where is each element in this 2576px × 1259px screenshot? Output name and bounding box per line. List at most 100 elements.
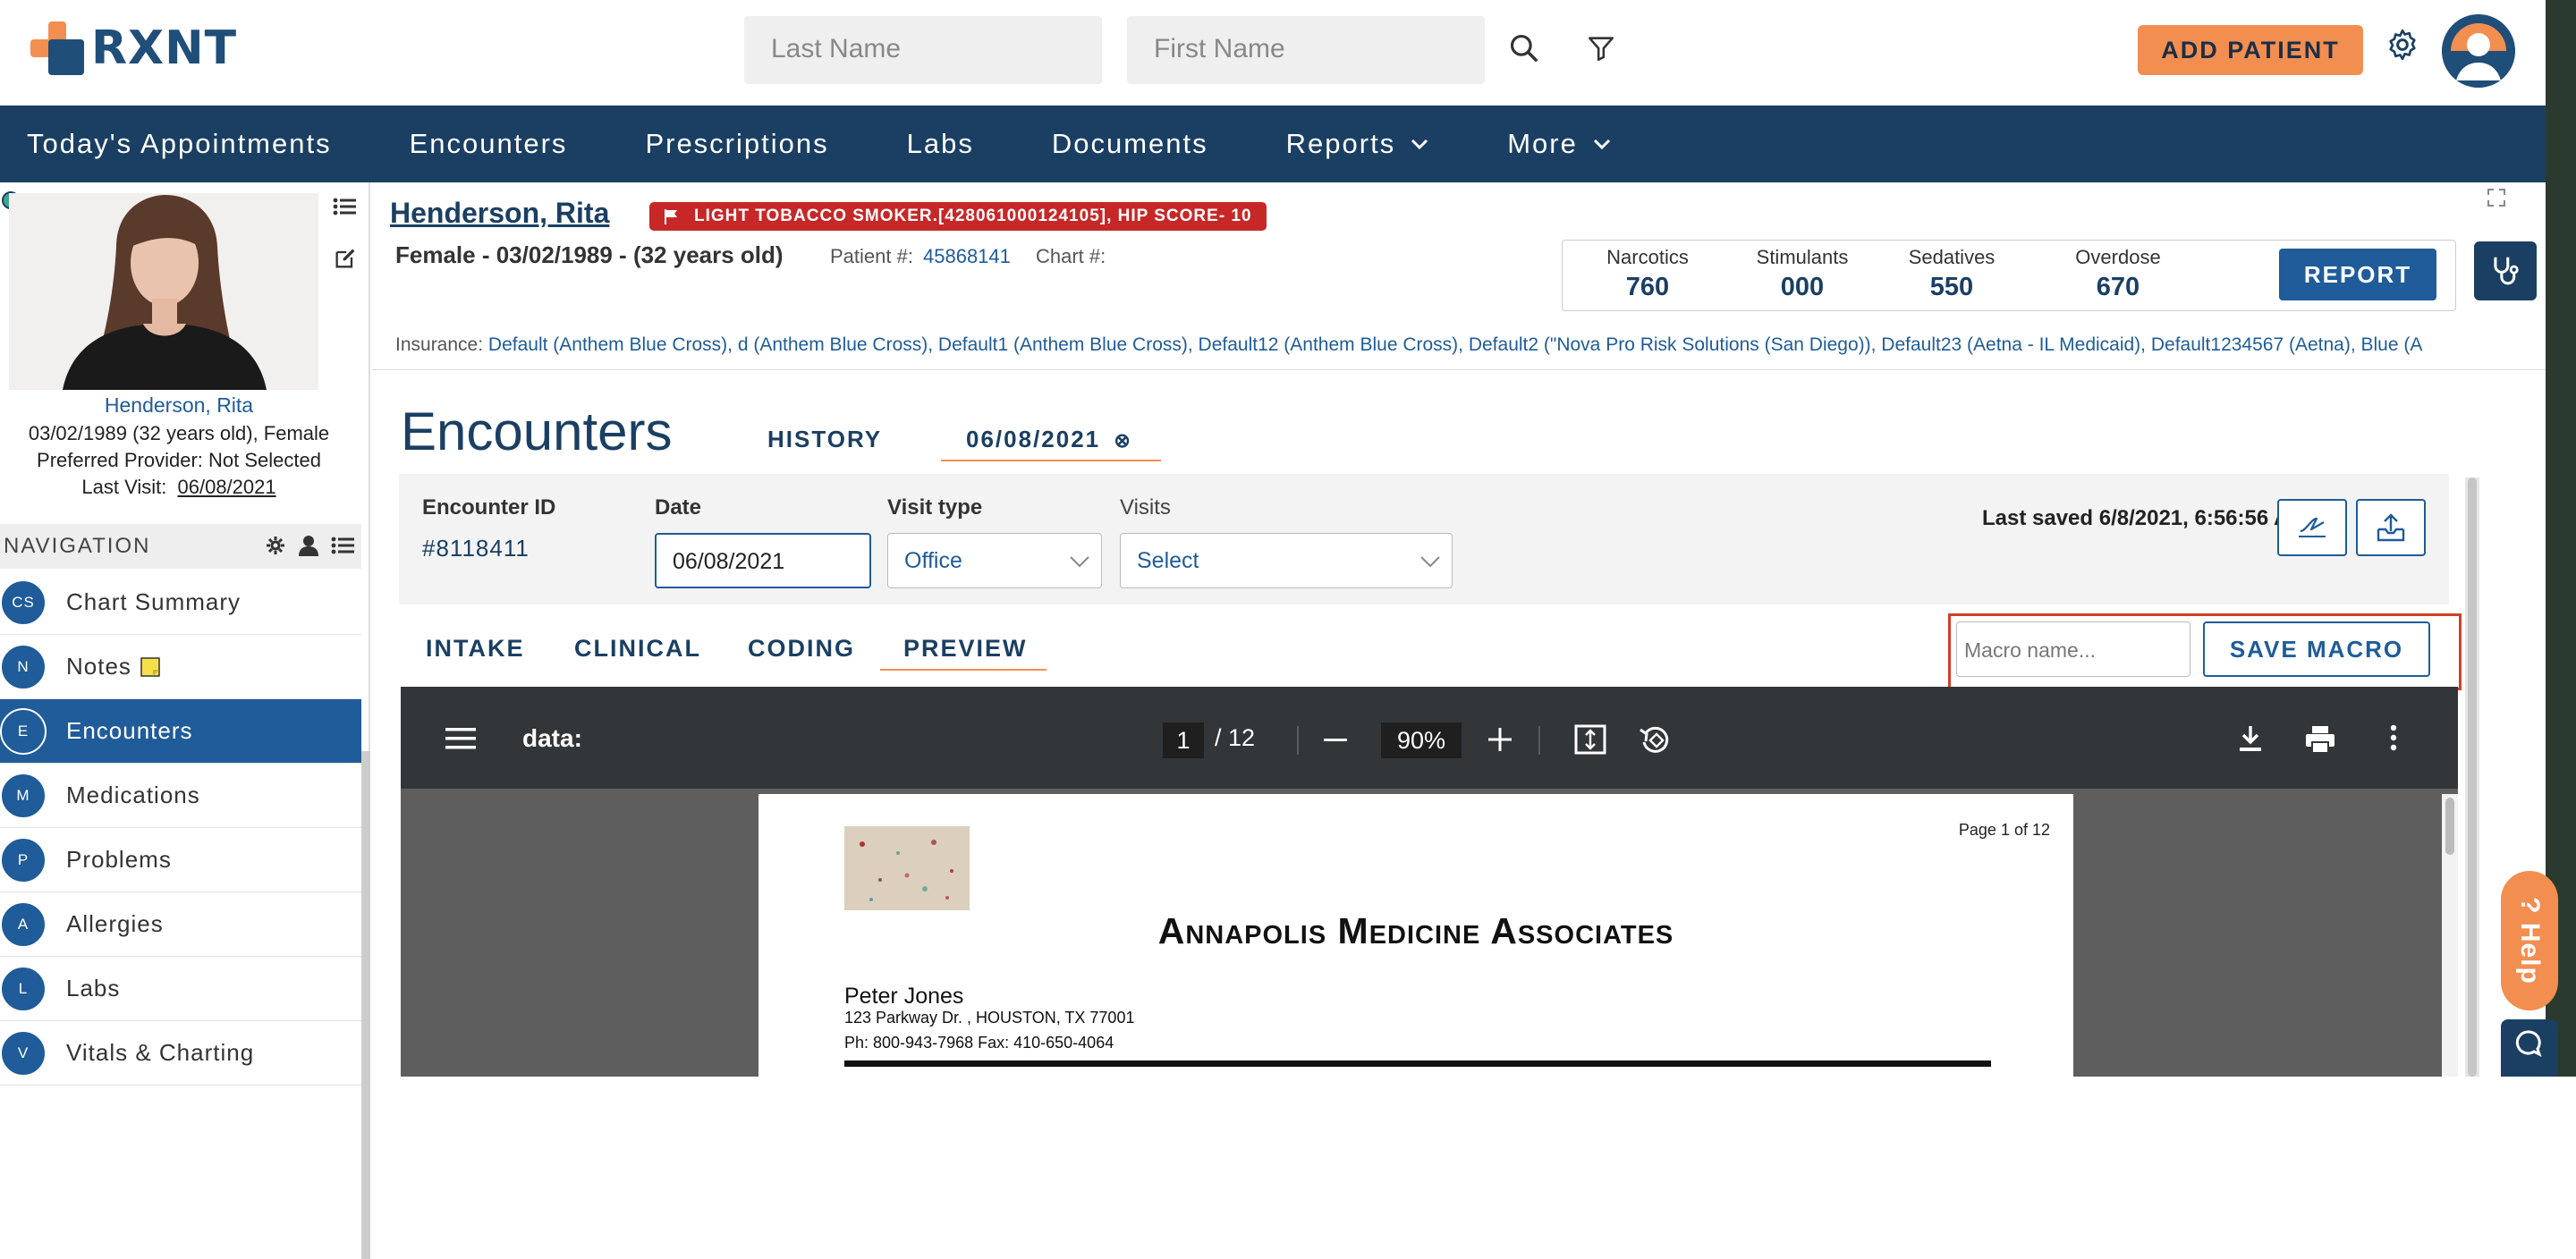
last-name-input[interactable]: Last Name [744,16,1102,84]
last-visit-link[interactable]: 06/08/2021 [178,476,276,498]
nav-badge: E [0,707,47,755]
pdf-viewer: data: 1 / 12 90% Page 1 of 12 Annapolis … [401,687,2458,1077]
filter-icon[interactable] [1580,27,1623,70]
chevron-down-icon [1411,139,1428,150]
add-patient-button[interactable]: ADD PATIENT [2138,25,2363,75]
help-button[interactable]: ? Help [2501,871,2558,1010]
sidebar-item-medications[interactable]: M Medications [0,764,361,828]
pdmp-value: 550 [1929,273,1974,301]
page-total: / 12 [1215,724,1256,751]
sidebar-item-notes[interactable]: N Notes [0,635,361,699]
tab-intake[interactable]: INTAKE [426,635,525,663]
nav-encounters[interactable]: Encounters [410,128,568,160]
tab-date-label: 06/08/2021 [966,426,1101,452]
sidebar-item-problems[interactable]: P Problems [0,828,361,892]
sidebar-item-label: Allergies [66,910,164,937]
help-label: ? Help [2515,897,2546,984]
navigation-title: NAVIGATION [4,534,151,558]
nav-more[interactable]: More [1507,128,1612,160]
edit-icon[interactable] [333,246,358,271]
chart-num-label: Chart #: [1036,245,1106,267]
pdf-scrollbar[interactable] [2442,794,2458,1077]
nav-labs[interactable]: Labs [907,128,974,160]
date-input[interactable]: 06/08/2021 [655,533,871,588]
tab-encounter-date[interactable]: 06/08/2021 ⊗ [966,426,1132,453]
visit-type-select[interactable]: Office [887,533,1102,588]
chat-icon [2515,1030,2542,1057]
flag-icon [665,209,677,224]
encounter-form: Encounter ID #8118411 Date 06/08/2021 Vi… [399,474,2449,604]
zoom-level[interactable]: 90% [1381,722,1462,758]
zoom-out-icon[interactable] [1324,739,1347,742]
nav-documents[interactable]: Documents [1052,128,1208,160]
sidebar-item-label: Notes [66,653,131,680]
patient-name-title[interactable]: Henderson, Rita [390,197,609,230]
print-icon[interactable] [2304,724,2336,755]
nav-todays-appointments[interactable]: Today's Appointments [27,128,332,160]
visits-select[interactable]: Select [1120,533,1453,588]
first-name-input[interactable]: First Name [1127,16,1485,84]
main-scrollbar[interactable] [2465,477,2479,1077]
encounter-id-value: #8118411 [422,535,530,562]
sidebar-item-labs[interactable]: L Labs [0,957,361,1021]
fit-page-icon[interactable] [1574,724,1606,755]
expand-icon[interactable] [2487,188,2506,207]
page-title: Encounters [401,401,673,461]
export-button[interactable] [2356,499,2426,556]
rxnt-logo[interactable]: RXNT [29,20,237,77]
close-tab-icon[interactable]: ⊗ [1114,429,1131,452]
nav-label: Documents [1051,128,1208,159]
logo-cross-icon [30,21,84,75]
search-icon[interactable] [1503,27,1546,70]
rotate-icon[interactable] [1639,724,1671,756]
sidebar-item-chart-summary[interactable]: CS Chart Summary [0,570,361,635]
sticky-note-icon [140,656,160,677]
tab-preview[interactable]: PREVIEW [903,635,1028,663]
gear-icon[interactable] [2381,23,2424,66]
save-macro-button[interactable]: SAVE MACRO [2203,621,2430,677]
main-content: Henderson, Rita LIGHT TOBACCO SMOKER.[42… [372,182,2555,1077]
macro-name-input[interactable]: Macro name... [1956,621,2190,677]
insurance-value[interactable]: Default (Anthem Blue Cross), d (Anthem B… [488,334,2422,355]
patient-name-link[interactable]: Henderson, Rita [0,393,358,418]
scroll-thumb[interactable] [2468,477,2477,1077]
nav-reports[interactable]: Reports [1286,128,1430,160]
download-icon[interactable] [2238,724,2263,753]
sign-button[interactable] [2277,499,2347,556]
list-icon[interactable] [333,197,356,216]
person-icon[interactable] [299,535,318,562]
sidebar-item-allergies[interactable]: A Allergies [0,892,361,957]
zoom-in-icon[interactable] [1488,728,1512,751]
tab-history[interactable]: HISTORY [767,426,882,453]
nav-prescriptions[interactable]: Prescriptions [645,128,828,160]
user-avatar[interactable] [2442,14,2515,88]
patient-flag-badge[interactable]: LIGHT TOBACCO SMOKER.[428061000124105], … [649,202,1267,231]
chevron-down-icon [1070,556,1089,568]
sidebar-scrollbar[interactable] [361,751,370,1259]
pdmp-overdose: Overdose 670 [2060,246,2176,302]
navigation-header: NAVIGATION [0,524,361,569]
list-icon[interactable] [331,536,354,562]
sidebar-item-encounters[interactable]: E Encounters [0,699,361,764]
stethoscope-icon[interactable] [2474,241,2537,300]
chat-button[interactable] [2501,1019,2558,1077]
nav-badge: P [0,836,47,883]
main-nav: Today's Appointments Encounters Prescrip… [0,106,2576,182]
last-visit: Last Visit: 06/08/2021 [0,476,358,499]
pdmp-label: Sedatives [1908,246,1996,268]
menu-icon[interactable] [445,726,476,751]
tab-coding[interactable]: CODING [748,635,855,663]
scroll-thumb[interactable] [2445,798,2454,855]
settings-icon[interactable] [265,535,286,562]
encounter-id-label: Encounter ID [422,495,556,520]
pdmp-sedatives: Sedatives 550 [1894,246,2010,302]
active-subtab-underline [880,669,1046,671]
page-number-input[interactable]: 1 [1163,722,1204,758]
nav-badge: CS [0,579,47,626]
pdmp-report-button[interactable]: REPORT [2279,249,2436,300]
sidebar-item-vitals[interactable]: V Vitals & Charting [0,1021,361,1086]
pdf-page: Page 1 of 12 Annapolis Medicine Associat… [758,794,2073,1077]
more-vert-icon[interactable] [2390,724,2397,751]
tab-clinical[interactable]: CLINICAL [574,635,701,663]
pdmp-label: Overdose [2075,246,2161,268]
